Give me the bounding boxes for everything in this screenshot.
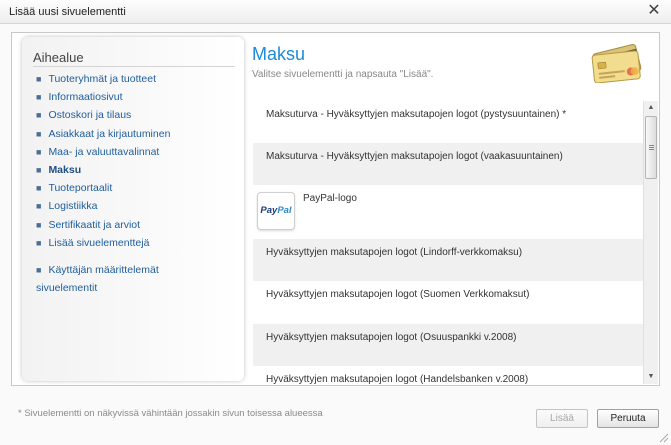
bullet-icon: ■ — [36, 164, 42, 175]
sidebar-item-cart[interactable]: ■ Ostoskori ja tilaus — [36, 109, 170, 127]
sidebar-item-products[interactable]: ■ Tuoteryhmät ja tuotteet — [36, 73, 170, 91]
scroll-down-arrow-icon[interactable]: ▼ — [646, 372, 656, 382]
list-item-label: Hyväksyttyjen maksutapojen logot (Suomen… — [266, 289, 530, 300]
sidebar-item-label-continued[interactable]: sivuelementit — [36, 282, 97, 294]
sidebar-item-label[interactable]: Logistiikka — [48, 200, 97, 212]
list-item-label: Hyväksyttyjen maksutapojen logot (Handel… — [266, 374, 529, 384]
bullet-icon: ■ — [36, 110, 42, 121]
list-scrollbar[interactable]: ▲ ▼ — [643, 101, 658, 384]
sidebar-item-label[interactable]: Maa- ja valuuttavalinnat — [48, 146, 159, 158]
sidebar-item-logistics[interactable]: ■ Logistiikka — [36, 200, 170, 218]
bullet-icon: ■ — [36, 183, 42, 194]
category-sidebar: Aihealue ■ Tuoteryhmät ja tuotteet ■ Infor… — [22, 37, 244, 381]
sidebar-item-label[interactable]: Ostoskori ja tilaus — [48, 109, 131, 121]
bullet-icon: ■ — [36, 201, 42, 212]
grip-line — [649, 147, 654, 148]
sidebar-item-product-portals[interactable]: ■ Tuoteportaalit — [36, 182, 170, 200]
list-item-label: Hyväksyttyjen maksutapojen logot (Lindor… — [266, 247, 523, 258]
sidebar-item-user-defined[interactable]: ■ Käyttäjän määrittelemät sivuelementit — [36, 264, 159, 300]
list-item[interactable]: Hyväksyttyjen maksutapojen logot (Suomen… — [253, 281, 643, 323]
list-item-label: Maksuturva - Hyväksyttyjen maksutapojen … — [266, 109, 567, 120]
list-item[interactable]: Maksuturva - Hyväksyttyjen maksutapojen … — [253, 101, 643, 143]
scroll-up-arrow-icon[interactable]: ▲ — [646, 103, 656, 113]
list-item-paypal[interactable]: PayPal PayPal-logo — [253, 185, 643, 239]
paypal-logo-text-pay: Pay — [260, 205, 278, 216]
sidebar-item-more-elements[interactable]: ■ Lisää sivuelementtejä — [36, 237, 170, 255]
list-item-label: Hyväksyttyjen maksutapojen logot (Osuusp… — [266, 332, 517, 343]
sidebar-item-label[interactable]: Tuoteportaalit — [48, 182, 112, 194]
element-list: Maksuturva - Hyväksyttyjen maksutapojen … — [253, 101, 643, 384]
list-item-label: PayPal-logo — [303, 193, 357, 204]
sidebar-item-label[interactable]: Informaatiosivut — [48, 91, 122, 103]
resize-grip-icon[interactable] — [659, 433, 669, 443]
dialog-body: Aihealue ■ Tuoteryhmät ja tuotteet ■ Infor… — [11, 32, 660, 386]
bullet-icon: ■ — [36, 237, 42, 248]
paypal-logo-text-pal: Pal — [277, 205, 292, 216]
category-list: ■ Tuoteryhmät ja tuotteet ■ Informaatiosiv… — [36, 73, 170, 255]
sidebar-item-info-pages[interactable]: ■ Informaatiosivut — [36, 91, 170, 109]
add-button[interactable]: Lisää — [536, 409, 588, 428]
sidebar-item-payment[interactable]: ■ Maksu — [36, 164, 170, 182]
sidebar-divider — [33, 66, 235, 67]
paypal-logo-icon: PayPal — [257, 192, 295, 230]
bullet-icon: ■ — [36, 128, 42, 139]
footnote: * Sivuelementti on näkyvissä vähintään j… — [18, 408, 323, 419]
sidebar-item-country-currency[interactable]: ■ Maa- ja valuuttavalinnat — [36, 146, 170, 164]
sidebar-item-certificates[interactable]: ■ Sertifikaatit ja arviot — [36, 219, 170, 237]
sidebar-item-customers[interactable]: ■ Asiakkaat ja kirjautuminen — [36, 128, 170, 146]
sidebar-item-label[interactable]: Tuoteryhmät ja tuotteet — [48, 73, 156, 85]
grip-line — [649, 145, 654, 146]
category-instructions: Valitse sivuelementti ja napsauta "Lisää… — [252, 69, 434, 80]
bullet-icon: ■ — [36, 219, 42, 230]
credit-cards-icon — [591, 43, 642, 83]
sidebar-item-label[interactable]: Käyttäjän määrittelemät — [48, 264, 158, 276]
cancel-button[interactable]: Peruuta — [597, 409, 659, 428]
category-title: Maksu — [252, 44, 306, 64]
grip-line — [649, 149, 654, 150]
dialog-titlebar: Lisää uusi sivuelementti ✕ — [0, 0, 671, 24]
sidebar-item-label[interactable]: Sertifikaatit ja arviot — [48, 219, 140, 231]
list-item[interactable]: Hyväksyttyjen maksutapojen logot (Lindor… — [253, 239, 643, 281]
list-item[interactable]: Hyväksyttyjen maksutapojen logot (Handel… — [253, 366, 643, 384]
sidebar-item-label[interactable]: Asiakkaat ja kirjautuminen — [48, 128, 170, 140]
list-item-label: Maksuturva - Hyväksyttyjen maksutapojen … — [266, 151, 563, 162]
list-item[interactable]: Hyväksyttyjen maksutapojen logot (Osuusp… — [253, 324, 643, 366]
bullet-icon: ■ — [36, 146, 42, 157]
dialog-title: Lisää uusi sivuelementti — [9, 6, 126, 18]
bullet-icon: ■ — [36, 74, 42, 84]
close-icon[interactable]: ✕ — [647, 3, 661, 19]
bullet-icon: ■ — [36, 92, 42, 103]
sidebar-item-label[interactable]: Maksu — [48, 164, 81, 176]
list-item[interactable]: Maksuturva - Hyväksyttyjen maksutapojen … — [253, 143, 643, 185]
sidebar-item-label[interactable]: Lisää sivuelementtejä — [48, 237, 149, 249]
scrollbar-thumb[interactable] — [645, 116, 657, 179]
bullet-icon: ■ — [36, 265, 42, 275]
sidebar-heading: Aihealue — [33, 50, 84, 65]
